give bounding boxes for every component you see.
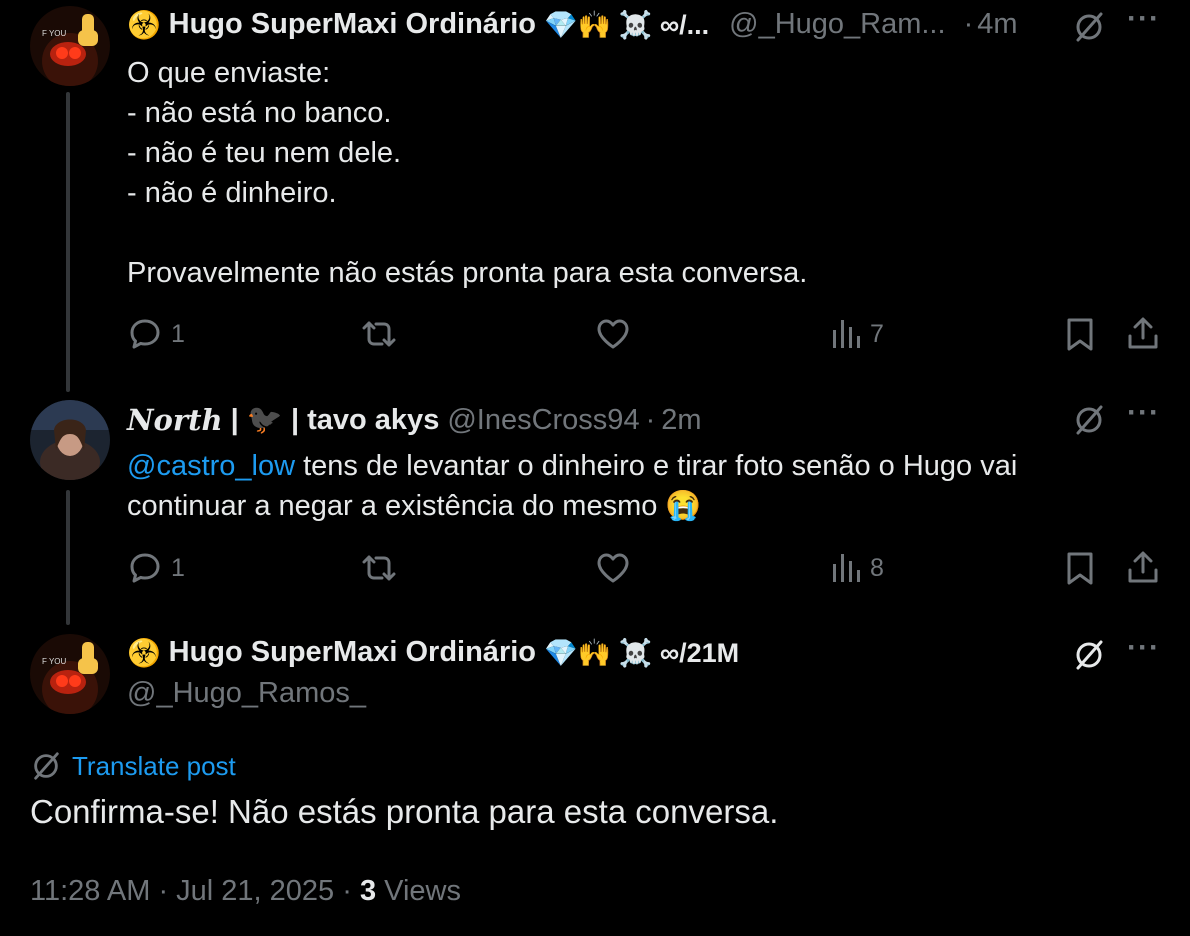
like-button[interactable] bbox=[595, 550, 631, 586]
post-meta: 11:28 AM · Jul 21, 2025 · 3 Views bbox=[30, 875, 461, 908]
mention-link[interactable]: @castro_low bbox=[127, 450, 295, 482]
post-text: O que enviaste: - não está no banco. - n… bbox=[127, 53, 1147, 293]
post-time[interactable]: 11:28 AM bbox=[30, 875, 150, 907]
name-badges: 💎🙌 ☠️ ∞/... bbox=[544, 9, 710, 40]
avatar[interactable] bbox=[30, 400, 110, 480]
bookmark-button[interactable] bbox=[1064, 316, 1096, 352]
name-badges: 💎🙌 ☠️ ∞/21M bbox=[544, 637, 740, 668]
separator: · bbox=[158, 875, 177, 907]
views-button[interactable]: 7 bbox=[830, 316, 884, 352]
post-text: @castro_low tens de levantar o dinheiro … bbox=[127, 446, 1147, 526]
views-button[interactable]: 8 bbox=[830, 550, 884, 586]
text-line: O que enviaste: bbox=[127, 57, 331, 89]
share-icon bbox=[1128, 317, 1158, 349]
thread-line bbox=[66, 490, 70, 625]
post-text: Confirma-se! Não estás pronta para esta … bbox=[30, 793, 779, 830]
repost-icon bbox=[362, 555, 396, 581]
reply-button[interactable]: 1 bbox=[127, 316, 185, 352]
views-icon bbox=[833, 320, 860, 348]
text-line: Provavelmente não estás pronta para esta… bbox=[127, 257, 808, 289]
views-icon bbox=[833, 554, 860, 582]
repost-icon bbox=[362, 321, 396, 347]
text-line: - não é teu nem dele. bbox=[127, 137, 402, 169]
like-button[interactable] bbox=[595, 316, 631, 352]
separator: · bbox=[645, 403, 656, 436]
text-line: tens de levantar o dinheiro e tirar foto… bbox=[295, 450, 1018, 482]
post-header: ☣️ Hugo SuperMaxi Ordinário 💎🙌 ☠️ ∞/... … bbox=[127, 8, 1018, 41]
post-date[interactable]: Jul 21, 2025 bbox=[176, 875, 334, 907]
handle-row: @_Hugo_Ramos_ bbox=[127, 677, 366, 710]
avatar[interactable]: F YOU bbox=[30, 634, 110, 714]
views-count: 8 bbox=[870, 553, 884, 582]
grok-icon[interactable] bbox=[1072, 638, 1106, 677]
action-bar: 1 8 bbox=[127, 550, 1162, 590]
grok-icon[interactable] bbox=[1072, 10, 1106, 49]
more-icon[interactable]: ··· bbox=[1127, 2, 1160, 36]
views-count: 7 bbox=[870, 319, 884, 348]
timestamp[interactable]: 4m bbox=[977, 8, 1017, 41]
display-name[interactable]: Hugo SuperMaxi Ordinário bbox=[169, 636, 536, 669]
reply-button[interactable]: 1 bbox=[127, 550, 185, 586]
more-icon[interactable]: ··· bbox=[1127, 631, 1160, 665]
handle[interactable]: @_Hugo_Ramos_ bbox=[127, 677, 366, 710]
separator: · bbox=[963, 8, 974, 40]
like-icon bbox=[597, 553, 629, 583]
text-line: - não está no banco. bbox=[127, 97, 392, 129]
biohazard-glyph: ☣️ bbox=[127, 9, 161, 40]
reply-count: 1 bbox=[171, 319, 185, 348]
display-name-styled[interactable]: North bbox=[127, 403, 223, 437]
reply-count: 1 bbox=[171, 553, 185, 582]
more-icon[interactable]: ··· bbox=[1127, 396, 1160, 430]
timestamp[interactable]: 2m bbox=[661, 404, 701, 437]
bookmark-icon bbox=[1067, 318, 1093, 351]
translate-link[interactable]: Translate post bbox=[30, 750, 236, 782]
repost-button[interactable] bbox=[359, 316, 399, 352]
text-line: continuar a negar a existência do mesmo … bbox=[127, 490, 702, 522]
text-line bbox=[127, 213, 1147, 253]
reply-icon bbox=[130, 319, 160, 349]
views-count: 3 bbox=[359, 875, 377, 907]
handle[interactable]: @_Hugo_Ram... bbox=[729, 8, 945, 41]
share-icon bbox=[1128, 551, 1158, 583]
svg-text:F YOU: F YOU bbox=[42, 29, 67, 38]
post-header: ☣️ Hugo SuperMaxi Ordinário 💎🙌 ☠️ ∞/21M bbox=[127, 636, 739, 669]
views-label: Views bbox=[384, 875, 462, 907]
action-bar: 1 7 bbox=[127, 316, 1162, 356]
share-button[interactable] bbox=[1125, 550, 1161, 586]
reply-icon bbox=[130, 553, 160, 583]
translate-label[interactable]: Translate post bbox=[72, 751, 236, 782]
like-icon bbox=[597, 319, 629, 349]
svg-text:F YOU: F YOU bbox=[42, 657, 67, 666]
repost-button[interactable] bbox=[359, 550, 399, 586]
biohazard-glyph: ☣️ bbox=[127, 637, 161, 668]
post-header: North | 🐦‍⬛ | tavo akys @InesCross94 · 2… bbox=[127, 403, 702, 437]
thread-line bbox=[66, 92, 70, 392]
separator: · bbox=[342, 875, 360, 907]
grok-icon[interactable] bbox=[1072, 403, 1106, 442]
bookmark-icon bbox=[1067, 552, 1093, 585]
share-button[interactable] bbox=[1125, 316, 1161, 352]
text-line: - não é dinheiro. bbox=[127, 177, 337, 209]
bookmark-button[interactable] bbox=[1064, 550, 1096, 586]
display-name[interactable]: | 🐦‍⬛ | tavo akys bbox=[231, 403, 440, 437]
display-name[interactable]: Hugo SuperMaxi Ordinário bbox=[169, 8, 536, 41]
translate-icon bbox=[34, 752, 59, 780]
handle[interactable]: @InesCross94 bbox=[447, 404, 639, 437]
avatar[interactable]: F YOU bbox=[30, 6, 110, 86]
